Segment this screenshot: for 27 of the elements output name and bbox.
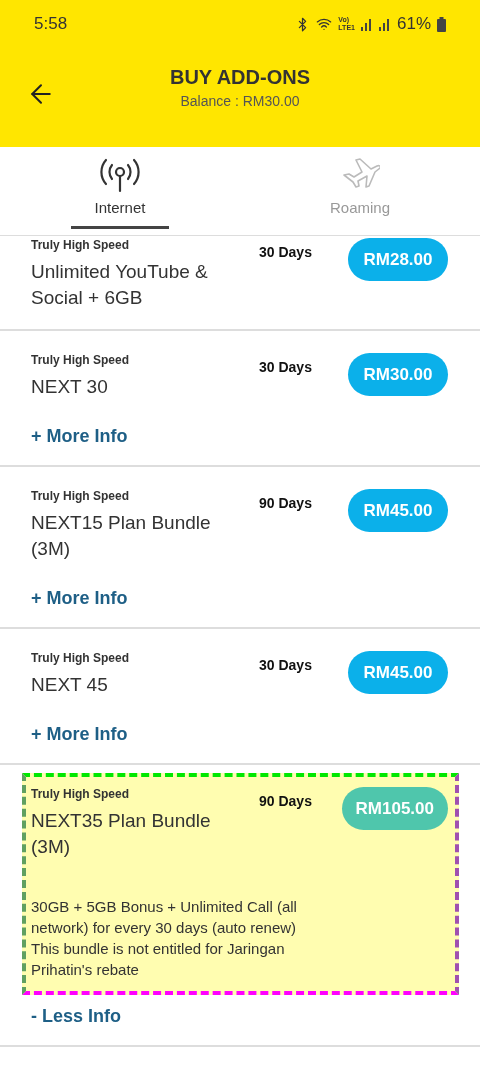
plan-duration: 30 Days	[259, 358, 313, 375]
plan-duration: 30 Days	[259, 243, 313, 260]
page-title: BUY ADD-ONS	[170, 66, 310, 89]
plan-category: Truly High Speed	[31, 651, 130, 665]
tab[interactable]: Internet	[0, 147, 240, 235]
balance-text: Balance : RM30.00	[180, 93, 300, 109]
info-link[interactable]: + More Info	[31, 588, 448, 609]
info-link[interactable]: - Less Info	[31, 1006, 448, 1027]
plan-category: Truly High Speed	[31, 353, 130, 367]
plan-name: NEXT 45	[31, 673, 109, 697]
plan-duration: 90 Days	[259, 792, 313, 809]
status-time: 5:58	[34, 14, 68, 34]
plan-description: 30GB + 5GB Bonus + Unlimited Call (all network) for every 30 days (auto renew)	[31, 897, 298, 938]
plan-name: NEXT15 Plan Bundle (3M)	[31, 511, 212, 561]
plan-name: NEXT 30	[31, 375, 109, 399]
plan-name: Unlimited YouTube & Social + 6GB	[31, 260, 209, 310]
plan-category: Truly High Speed	[31, 238, 130, 252]
plan-card[interactable]: Truly High Speed Unlimited YouTube & Social + 6GB 30 Days RM28.00	[0, 236, 480, 331]
info-link[interactable]: + More Info	[31, 724, 448, 745]
plan-category: Truly High Speed	[31, 787, 130, 801]
plan-duration: 30 Days	[259, 656, 313, 673]
plan-category: Truly High Speed	[31, 489, 130, 503]
battery-percent: 61%	[396, 14, 431, 34]
plan-description: This bundle is not entitled for Jaringan Prihatin's rebate	[31, 939, 286, 980]
plan-name: NEXT35 Plan Bundle (3M)	[31, 809, 212, 859]
plan-duration: 90 Days	[259, 494, 313, 511]
info-link[interactable]: + More Info	[31, 426, 448, 447]
